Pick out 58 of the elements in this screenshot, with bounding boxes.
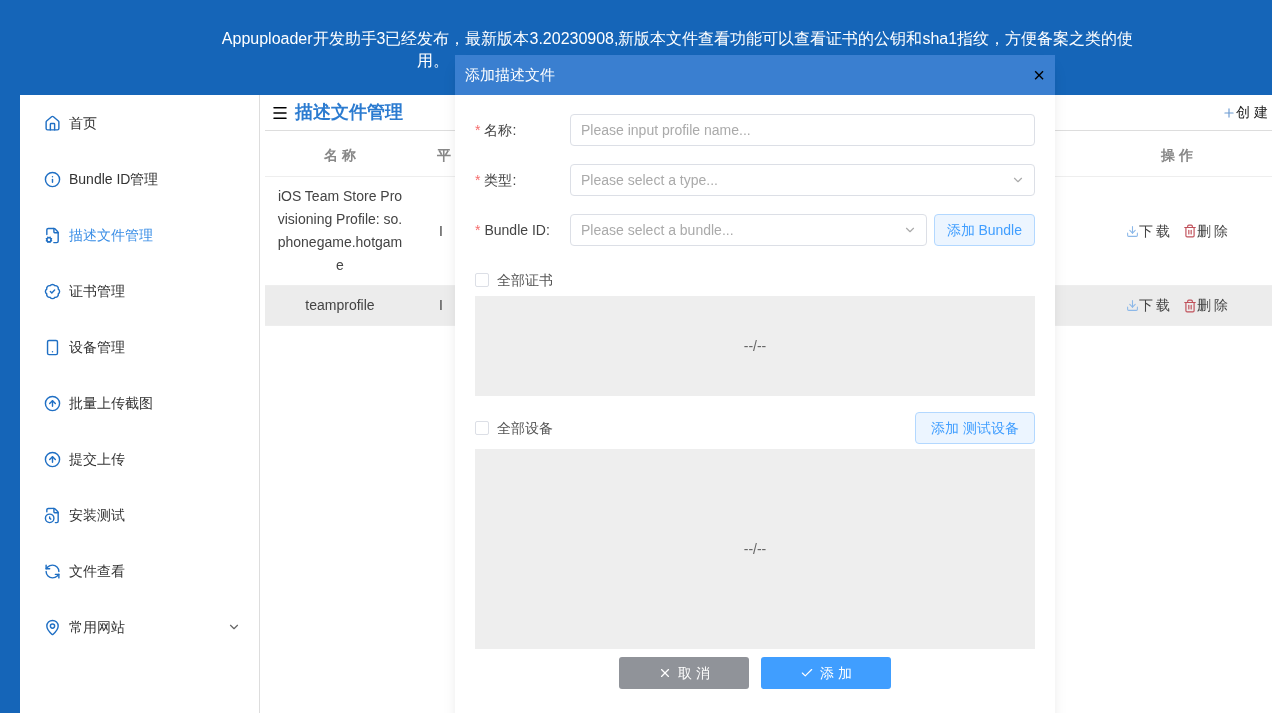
announcement-text: 用。 (417, 52, 449, 69)
column-header: 名 称 (323, 146, 357, 165)
sidebar-item[interactable]: 首页 (20, 95, 259, 151)
select-field[interactable]: Please select a bundle... (570, 214, 927, 246)
info-icon (44, 170, 61, 188)
input-field[interactable]: Please input profile name... (570, 114, 1035, 146)
announcement-text: Appuploader开发助手3已经发布，最新版本3.20230908,新版本文件查看功能可以查看证书的公钥和sha1指纹，方便备案之类的使 (221, 30, 1134, 47)
checkbox[interactable] (475, 421, 489, 435)
select-field[interactable]: Please select a type... (570, 164, 1035, 196)
table-cell-text: teamprofile (304, 296, 376, 315)
field-label: 类型: (484, 170, 517, 190)
sidebar-item[interactable]: 安装测试 (20, 487, 259, 543)
empty-text: --/-- (743, 539, 767, 559)
checkbox-label: 全部设备 (497, 418, 554, 438)
map-pin-icon (44, 618, 61, 636)
download-button[interactable]: 下 载 (1125, 295, 1171, 316)
home-icon (44, 114, 61, 132)
field-label: Bundle ID: (484, 220, 550, 240)
sidebar-item[interactable]: Bundle ID管理 (20, 151, 259, 207)
dialog-title: 添加描述文件 (465, 64, 556, 85)
column-header: 平 (437, 146, 451, 165)
file-gear-icon (44, 226, 61, 244)
plus-icon (1222, 105, 1237, 120)
required-mark: * (475, 220, 481, 240)
sidebar-item[interactable]: 设备管理 (20, 319, 259, 375)
sidebar-item[interactable]: 批量上传截图 (20, 375, 259, 431)
delete-button[interactable]: 删 除 (1182, 295, 1229, 316)
checkbox[interactable] (475, 273, 489, 287)
trash-icon (1182, 298, 1197, 313)
upload-icon (44, 394, 61, 412)
refresh-icon (44, 562, 61, 580)
trash-icon (1182, 224, 1197, 238)
sidebar-item[interactable]: 证书管理 (20, 263, 259, 319)
phone-icon (44, 338, 61, 356)
page-title: 描述文件管理 (295, 101, 403, 124)
delete-button[interactable]: 删 除 (1182, 220, 1229, 242)
checkbox-label: 全部证书 (497, 270, 554, 290)
check-icon (800, 666, 815, 680)
file-clock-icon (44, 506, 61, 524)
sidebar-item[interactable]: 提交上传 (20, 431, 259, 487)
sidebar-item[interactable]: 常用网站 (20, 599, 259, 655)
upload-icon (44, 450, 61, 468)
column-header: 操 作 (1160, 146, 1194, 165)
required-mark: * (475, 120, 481, 140)
table-cell-text: iOS Team Store Provisioning Profile: so.phonegame.hotgame (276, 187, 404, 275)
empty-text: --/-- (743, 336, 767, 356)
sidebar-item[interactable]: 描述文件管理 (20, 207, 259, 263)
close-button[interactable]: × (1033, 65, 1045, 85)
download-icon (1125, 224, 1139, 238)
table-cell-text: I (439, 296, 443, 315)
download-icon (1125, 299, 1139, 312)
badge-check-icon (44, 282, 61, 300)
create-button[interactable]: 创 建 (1222, 102, 1268, 123)
required-mark: * (475, 170, 481, 190)
download-button[interactable]: 下 载 (1125, 220, 1171, 242)
field-label: 名称: (484, 120, 517, 140)
sidebar-item[interactable]: 文件查看 (20, 543, 259, 599)
table-cell-text: I (439, 221, 443, 241)
